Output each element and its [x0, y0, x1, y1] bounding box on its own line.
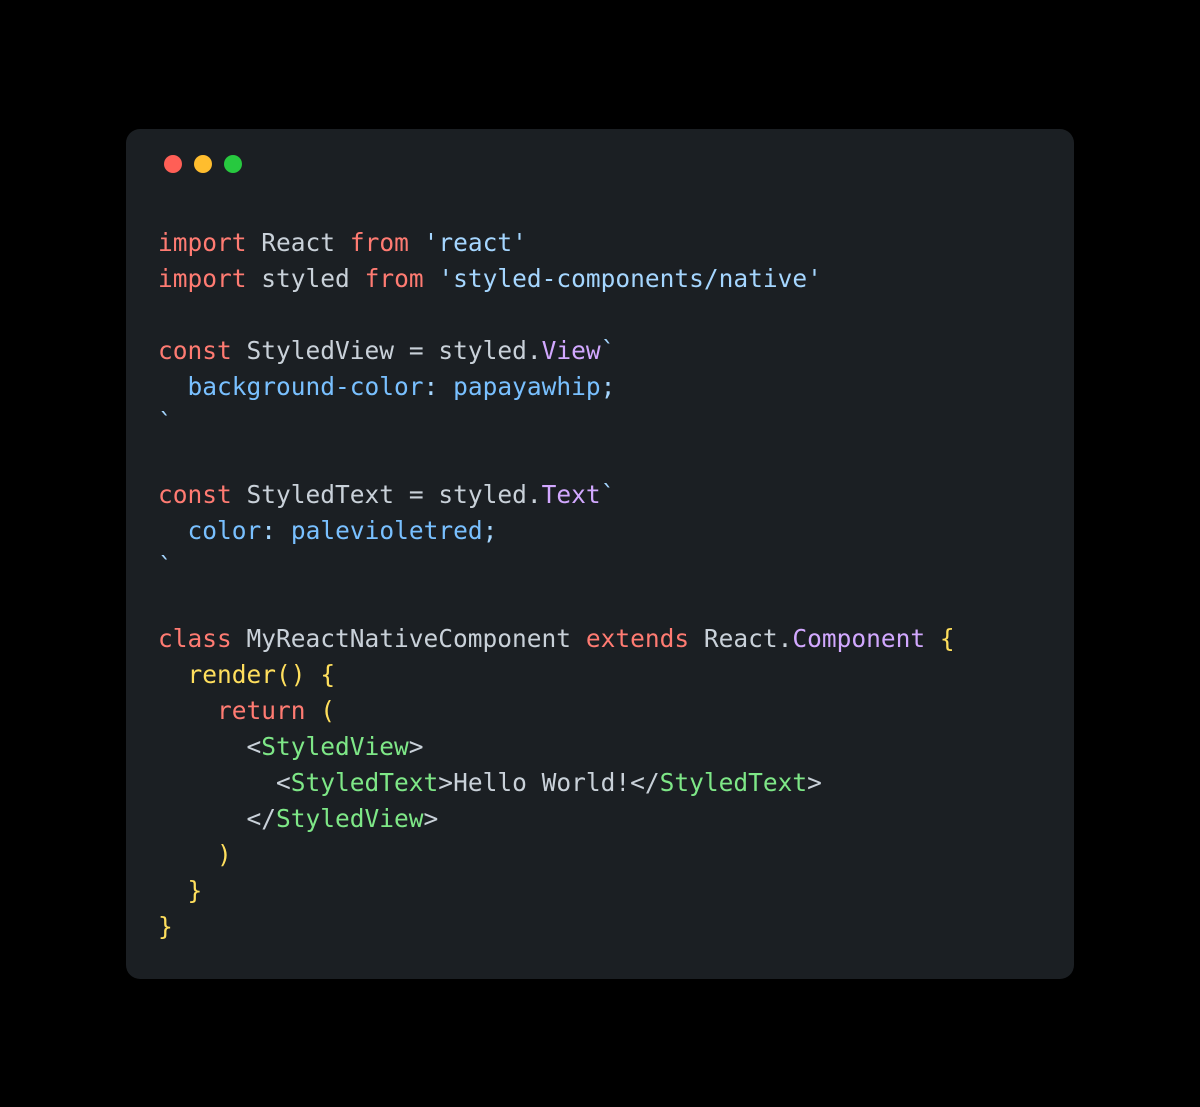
code-block: import React from 'react' import styled …	[158, 225, 1042, 945]
code-line-4: const StyledView = styled.View`	[158, 336, 615, 365]
code-line-2: import styled from 'styled-components/na…	[158, 264, 822, 293]
code-line-10: `	[158, 552, 173, 581]
code-window: import React from 'react' import styled …	[126, 129, 1074, 979]
code-line-20: }	[158, 912, 173, 941]
code-line-14: return (	[158, 696, 335, 725]
code-line-6: `	[158, 408, 173, 437]
code-line-9: color: palevioletred;	[158, 516, 497, 545]
minimize-traffic-light-icon[interactable]	[194, 155, 212, 173]
code-line-5: background-color: papayawhip;	[158, 372, 615, 401]
code-line-15: <StyledView>	[158, 732, 424, 761]
zoom-traffic-light-icon[interactable]	[224, 155, 242, 173]
code-line-13: render() {	[158, 660, 335, 689]
code-line-19: }	[158, 876, 202, 905]
window-titlebar	[164, 155, 1042, 173]
code-line-12: class MyReactNativeComponent extends Rea…	[158, 624, 955, 653]
code-line-17: </StyledView>	[158, 804, 438, 833]
code-line-1: import React from 'react'	[158, 228, 527, 257]
code-line-8: const StyledText = styled.Text`	[158, 480, 615, 509]
code-line-16: <StyledText>Hello World!</StyledText>	[158, 768, 822, 797]
code-line-18: )	[158, 840, 232, 869]
close-traffic-light-icon[interactable]	[164, 155, 182, 173]
